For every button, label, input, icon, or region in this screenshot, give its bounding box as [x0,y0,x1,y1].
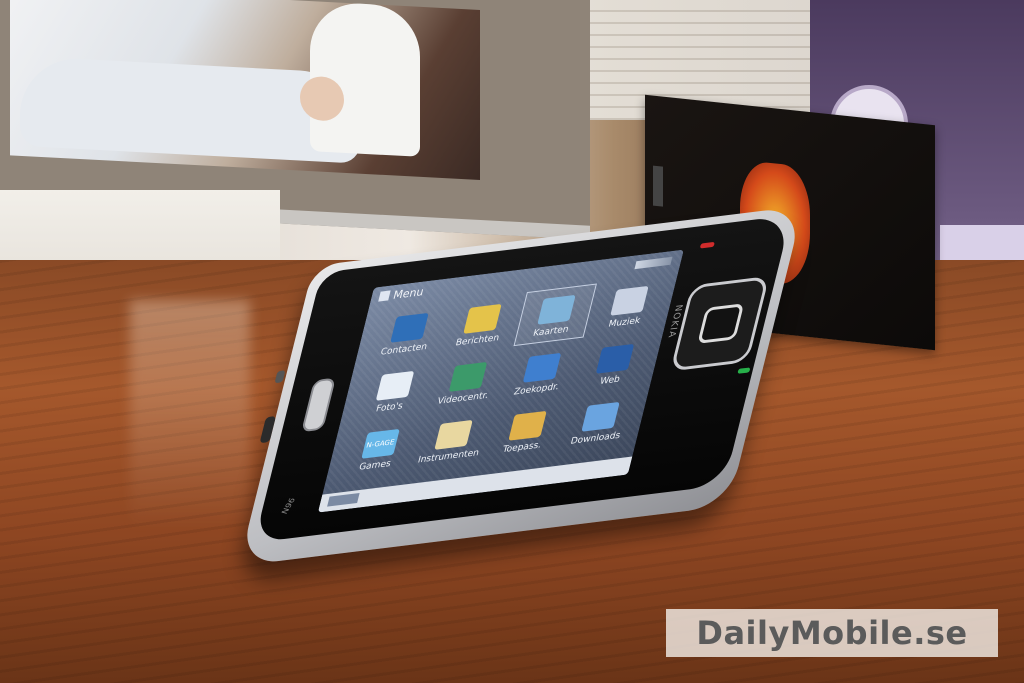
apps-folder-icon [508,410,547,441]
phone-front: Menu Contacten Berichten Kaarten Muziek Foto… [254,215,792,543]
menu-item-label: Web [598,374,621,388]
menu-item-downloads[interactable]: Downloads [558,391,641,454]
framed-photo [10,0,480,180]
photo-scene: Menu Contacten Berichten Kaarten Muziek Foto… [0,0,1024,683]
menu-grid: Contacten Berichten Kaarten Muziek Foto's Vid… [338,275,670,481]
menu-icon [378,290,391,302]
contacts-icon [389,312,429,343]
menu-item-maps[interactable]: Kaarten [513,283,597,347]
menu-item-label: Muziek [607,315,642,330]
menu-item-contacts[interactable]: Contacten [366,302,449,365]
music-icon [610,285,649,316]
menu-item-video-centre[interactable]: Videocentr. [426,351,509,414]
watermark: DailyMobile.se [666,609,998,657]
menu-item-music[interactable]: Muziek [587,275,670,338]
menu-item-label: Foto's [374,401,404,415]
menu-item-photos[interactable]: Foto's [352,360,435,423]
menu-item-label: Berichten [454,333,501,349]
model-label: N96 [280,497,298,515]
select-key[interactable] [697,303,745,344]
menu-item-search[interactable]: Zoekopdr. [499,342,582,405]
games-icon: N-GAGE [361,428,400,459]
navigation-key[interactable] [670,275,770,372]
nokia-phone: Menu Contacten Berichten Kaarten Muziek Foto… [225,205,804,566]
end-call-key[interactable] [699,241,715,249]
menu-title: Menu [378,285,425,303]
softkey-options[interactable] [327,492,360,507]
menu-item-label: Toepass. [501,440,543,456]
video-centre-icon [449,361,488,392]
menu-item-messages[interactable]: Berichten [440,293,523,356]
menu-item-label: Downloads [569,430,622,447]
phone-body: Menu Contacten Berichten Kaarten Muziek Foto… [238,205,804,566]
menu-item-label: Zoekopdr. [512,382,560,398]
menu-item-label: Videocentr. [436,390,490,407]
menu-item-label: Instrumenten [416,448,480,466]
headphone-jack [259,415,277,444]
menu-item-label: Kaarten [531,324,570,339]
earpiece-speaker [301,377,336,433]
tools-icon [434,419,474,450]
photos-icon [375,370,414,401]
menu-item-tools[interactable]: Instrumenten [411,409,494,472]
menu-item-label: Games [357,458,392,473]
call-key[interactable] [737,367,751,374]
menu-title-label: Menu [391,285,426,302]
search-icon [522,352,561,383]
cd-case-spine [653,165,663,207]
menu-item-apps-folder[interactable]: Toepass. [485,400,568,463]
phone-screen: Menu Contacten Berichten Kaarten Muziek Foto… [317,249,684,513]
maps-icon [536,294,576,325]
messages-icon [463,303,502,334]
menu-item-label: Contacten [379,342,429,358]
side-key[interactable] [274,370,286,384]
downloads-icon [581,401,621,432]
battery-icon [634,256,673,270]
menu-item-games[interactable]: N-GAGE Games [338,418,421,481]
menu-item-web-globe[interactable]: Web [573,333,656,396]
web-globe-icon [596,343,635,374]
